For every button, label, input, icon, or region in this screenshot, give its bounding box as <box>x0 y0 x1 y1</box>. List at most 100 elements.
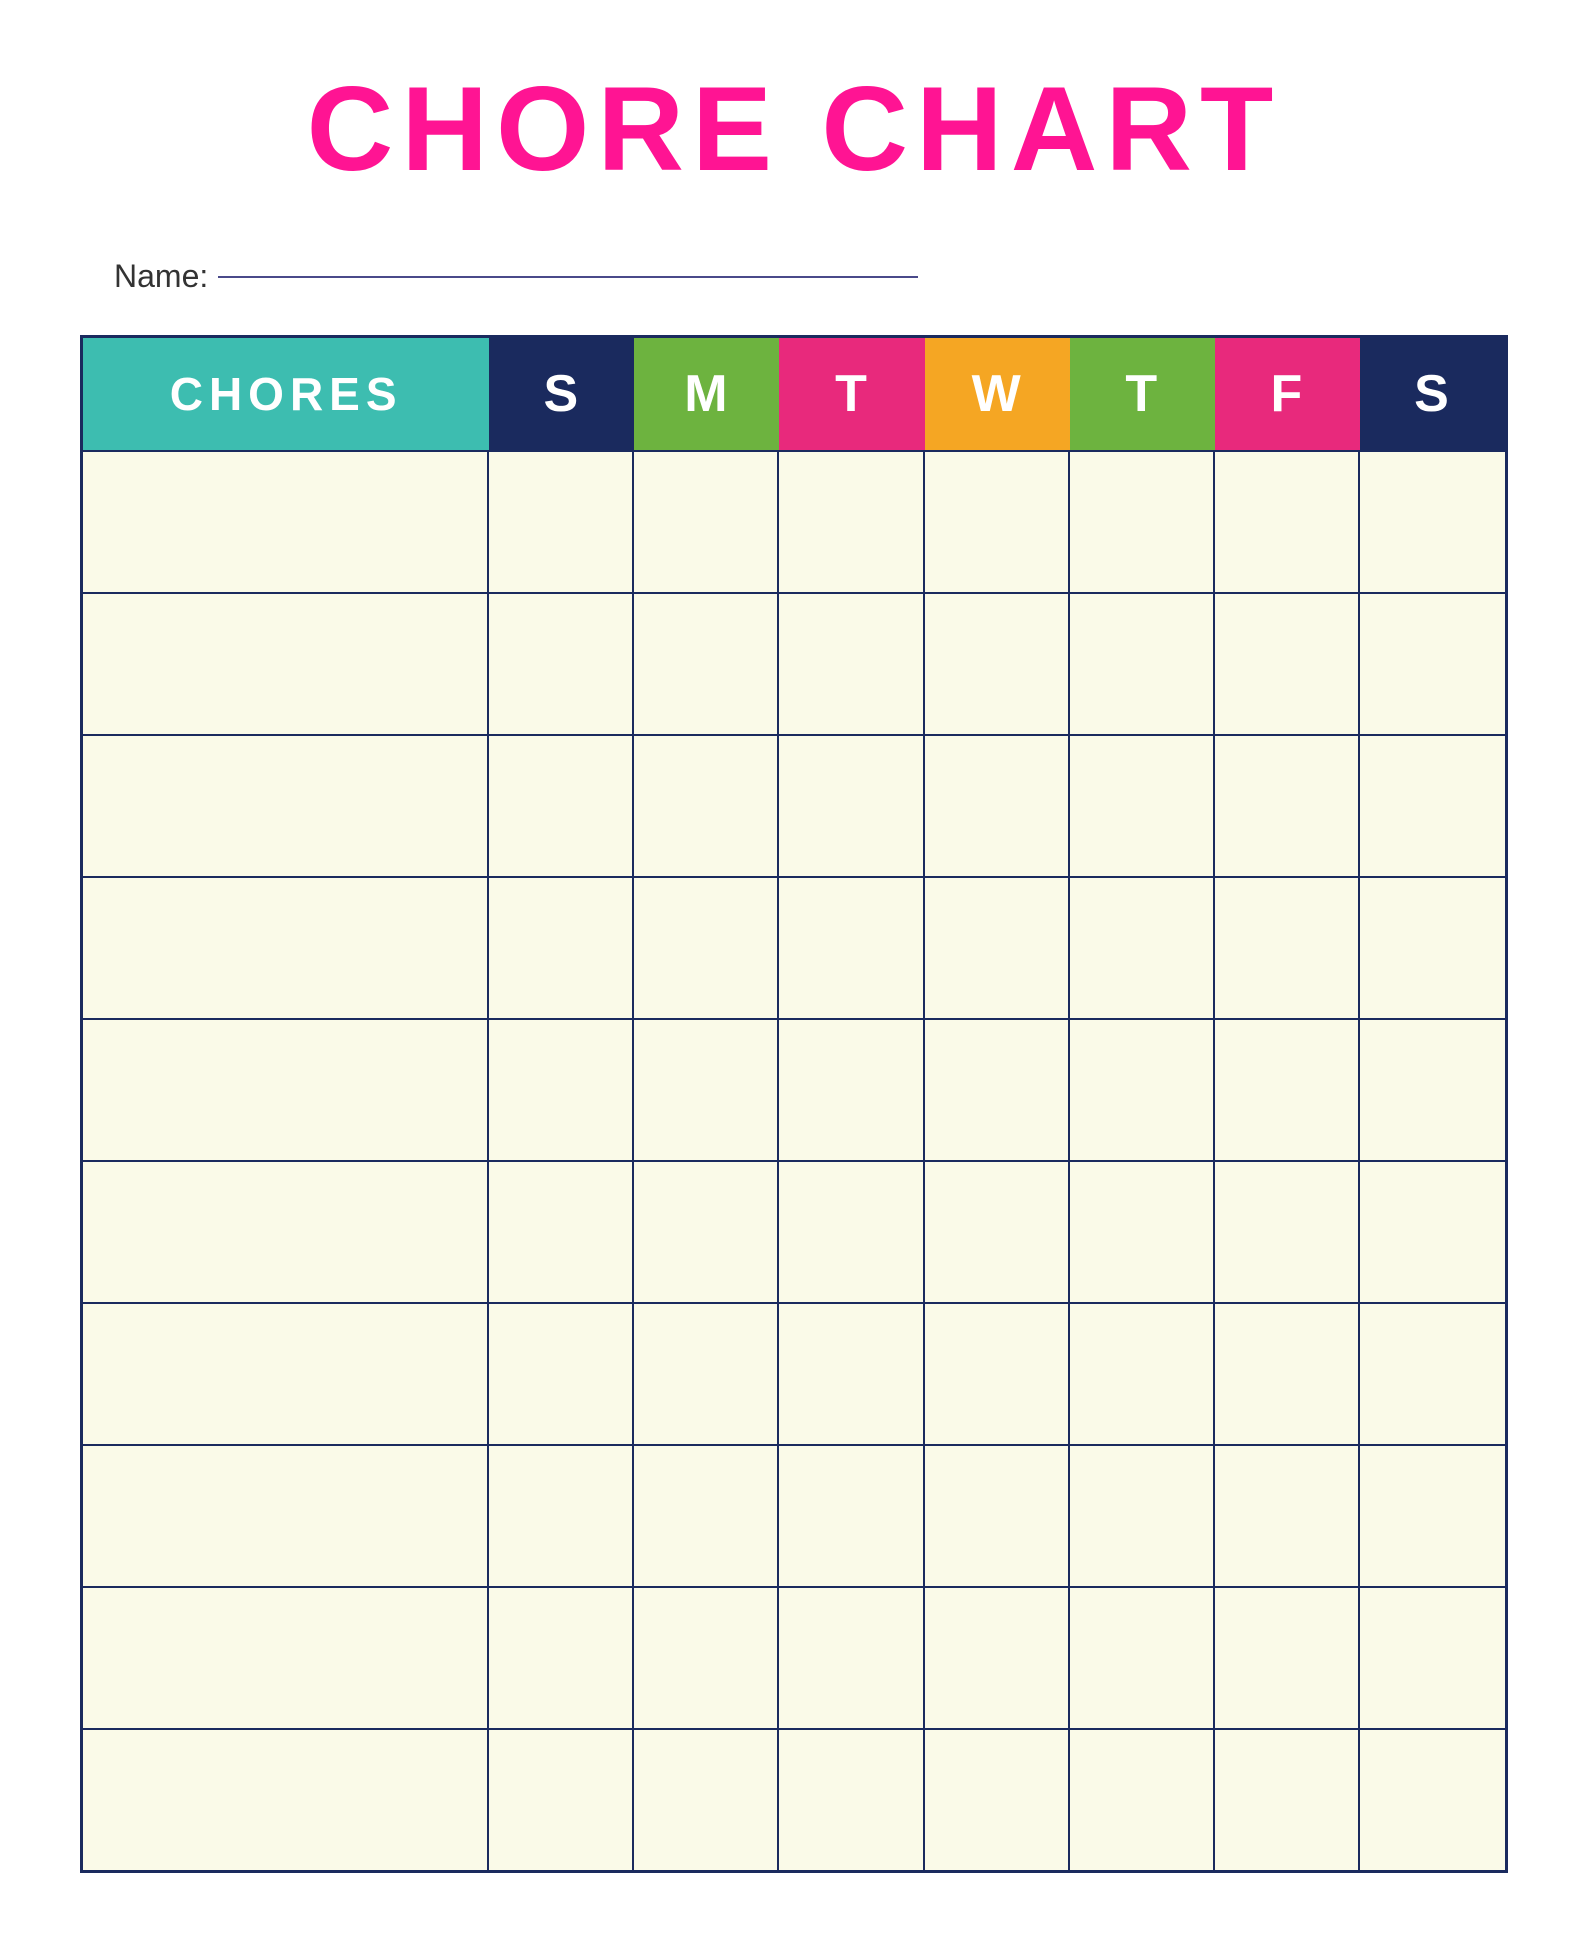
cell-8-fri <box>1215 1446 1360 1586</box>
cell-9-wed <box>925 1588 1070 1728</box>
cell-6-wed <box>925 1162 1070 1302</box>
chore-name-10 <box>83 1730 489 1870</box>
cell-10-fri <box>1215 1730 1360 1870</box>
cell-3-tue <box>779 736 924 876</box>
cell-2-thu <box>1070 594 1215 734</box>
cell-7-sat <box>1360 1304 1505 1444</box>
cell-2-mon <box>634 594 779 734</box>
cell-1-sun <box>489 452 634 592</box>
table-row <box>83 1586 1505 1728</box>
header-sunday1: S <box>489 338 634 450</box>
cell-9-tue <box>779 1588 924 1728</box>
header-thursday: T <box>1070 338 1215 450</box>
cell-9-thu <box>1070 1588 1215 1728</box>
chore-name-2 <box>83 594 489 734</box>
cell-3-sat <box>1360 736 1505 876</box>
page-title: CHORE CHART <box>307 60 1282 198</box>
chore-name-8 <box>83 1446 489 1586</box>
cell-8-mon <box>634 1446 779 1586</box>
cell-1-tue <box>779 452 924 592</box>
table-row <box>83 734 1505 876</box>
cell-8-tue <box>779 1446 924 1586</box>
cell-2-sun <box>489 594 634 734</box>
chore-name-9 <box>83 1588 489 1728</box>
header-wednesday: W <box>925 338 1070 450</box>
cell-6-tue <box>779 1162 924 1302</box>
cell-2-fri <box>1215 594 1360 734</box>
cell-7-mon <box>634 1304 779 1444</box>
cell-7-sun <box>489 1304 634 1444</box>
cell-10-thu <box>1070 1730 1215 1870</box>
table-row <box>83 1160 1505 1302</box>
cell-1-mon <box>634 452 779 592</box>
cell-3-sun <box>489 736 634 876</box>
table-row <box>83 592 1505 734</box>
cell-10-sun <box>489 1730 634 1870</box>
chart-header: CHORES S M T W T F S <box>83 338 1505 450</box>
cell-4-mon <box>634 878 779 1018</box>
cell-9-fri <box>1215 1588 1360 1728</box>
header-friday: F <box>1215 338 1360 450</box>
table-row <box>83 1444 1505 1586</box>
cell-6-sun <box>489 1162 634 1302</box>
table-row <box>83 1728 1505 1870</box>
cell-8-sun <box>489 1446 634 1586</box>
cell-5-thu <box>1070 1020 1215 1160</box>
cell-9-sat <box>1360 1588 1505 1728</box>
cell-7-wed <box>925 1304 1070 1444</box>
table-row <box>83 450 1505 592</box>
name-label: Name: <box>114 258 208 295</box>
cell-5-tue <box>779 1020 924 1160</box>
cell-5-mon <box>634 1020 779 1160</box>
name-row: Name: <box>94 258 1494 295</box>
table-row <box>83 1018 1505 1160</box>
cell-6-fri <box>1215 1162 1360 1302</box>
cell-4-wed <box>925 878 1070 1018</box>
cell-6-thu <box>1070 1162 1215 1302</box>
cell-10-wed <box>925 1730 1070 1870</box>
chore-name-1 <box>83 452 489 592</box>
cell-3-mon <box>634 736 779 876</box>
header-chores: CHORES <box>83 338 489 450</box>
cell-4-tue <box>779 878 924 1018</box>
cell-10-mon <box>634 1730 779 1870</box>
cell-4-thu <box>1070 878 1215 1018</box>
cell-1-fri <box>1215 452 1360 592</box>
cell-3-wed <box>925 736 1070 876</box>
cell-8-sat <box>1360 1446 1505 1586</box>
chore-name-4 <box>83 878 489 1018</box>
chore-name-5 <box>83 1020 489 1160</box>
cell-5-sun <box>489 1020 634 1160</box>
cell-10-tue <box>779 1730 924 1870</box>
chore-chart: CHORES S M T W T F S <box>80 335 1508 1873</box>
cell-7-fri <box>1215 1304 1360 1444</box>
cell-1-sat <box>1360 452 1505 592</box>
cell-2-wed <box>925 594 1070 734</box>
cell-3-thu <box>1070 736 1215 876</box>
chart-body <box>83 450 1505 1870</box>
cell-7-thu <box>1070 1304 1215 1444</box>
cell-6-sat <box>1360 1162 1505 1302</box>
cell-5-sat <box>1360 1020 1505 1160</box>
cell-6-mon <box>634 1162 779 1302</box>
cell-10-sat <box>1360 1730 1505 1870</box>
cell-2-sat <box>1360 594 1505 734</box>
cell-2-tue <box>779 594 924 734</box>
chore-name-6 <box>83 1162 489 1302</box>
header-tuesday: T <box>779 338 924 450</box>
cell-4-sun <box>489 878 634 1018</box>
cell-8-thu <box>1070 1446 1215 1586</box>
chore-name-7 <box>83 1304 489 1444</box>
table-row <box>83 876 1505 1018</box>
cell-9-mon <box>634 1588 779 1728</box>
cell-4-fri <box>1215 878 1360 1018</box>
cell-4-sat <box>1360 878 1505 1018</box>
cell-1-thu <box>1070 452 1215 592</box>
cell-5-fri <box>1215 1020 1360 1160</box>
cell-7-tue <box>779 1304 924 1444</box>
cell-8-wed <box>925 1446 1070 1586</box>
cell-9-sun <box>489 1588 634 1728</box>
table-row <box>83 1302 1505 1444</box>
cell-5-wed <box>925 1020 1070 1160</box>
chore-name-3 <box>83 736 489 876</box>
